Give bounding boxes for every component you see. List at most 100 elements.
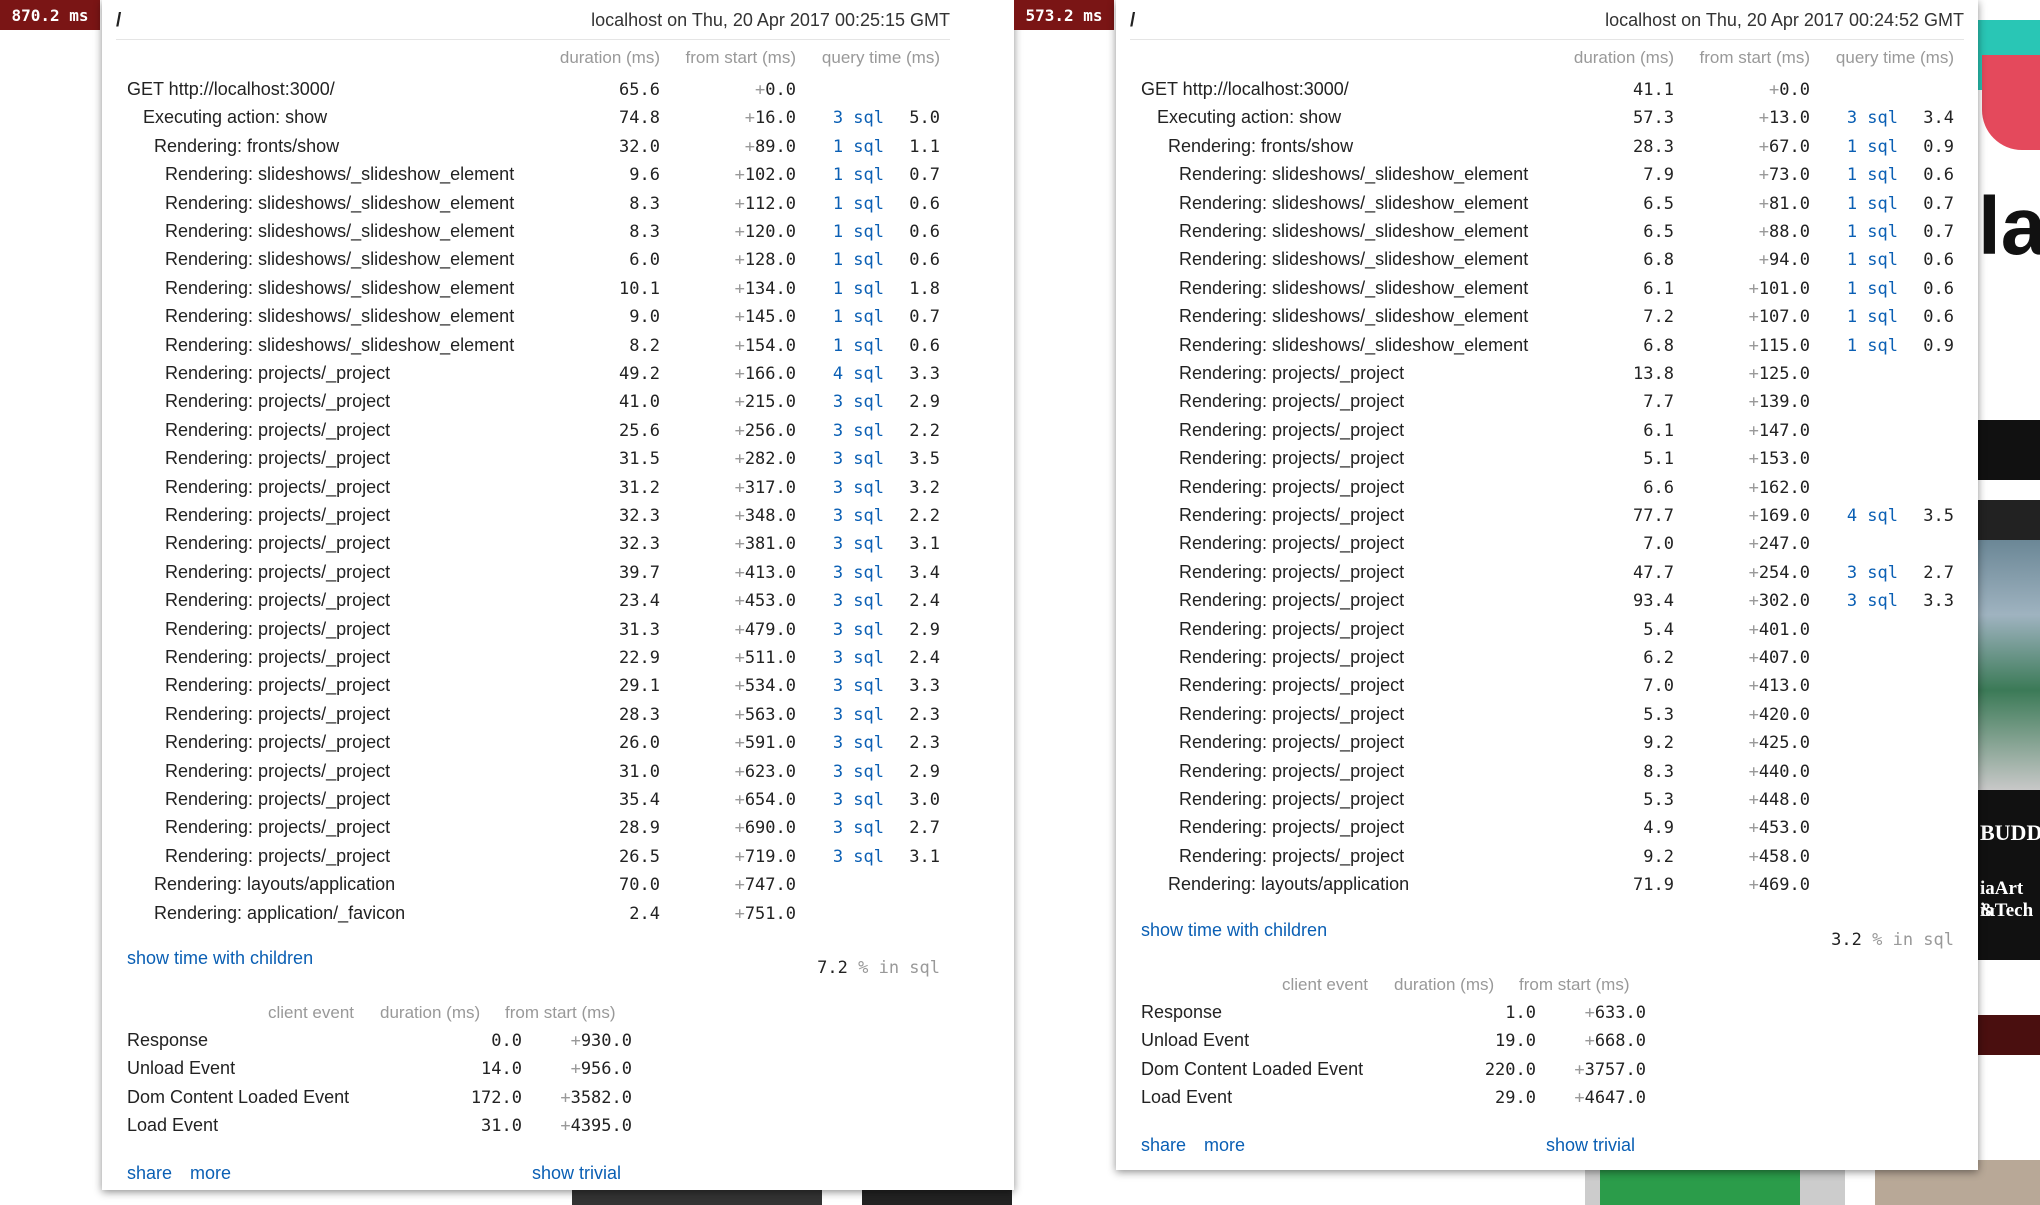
timing-from-start: +690.0 bbox=[735, 818, 796, 838]
sql-queries-link[interactable]: 3 sql bbox=[833, 847, 884, 867]
timing-from-start: +440.0 bbox=[1749, 762, 1810, 782]
timing-duration: 41.0 bbox=[619, 392, 660, 413]
show-time-with-children-link[interactable]: show time with children bbox=[1141, 920, 1327, 941]
plus-sign: + bbox=[1758, 250, 1770, 271]
sql-queries-link[interactable]: 3 sql bbox=[833, 563, 884, 583]
timing-name: Rendering: projects/_project bbox=[1179, 419, 1405, 440]
plus-sign: + bbox=[734, 733, 745, 754]
more-link[interactable]: more bbox=[190, 1163, 231, 1184]
sql-queries-link[interactable]: 1 sql bbox=[833, 279, 884, 299]
timing-duration: 6.1 bbox=[1643, 420, 1674, 441]
profiler-timing-badge-right[interactable]: 573.2 ms bbox=[1014, 0, 1114, 30]
timing-row: Executing action: show 57.3 +13.0 3 sql 3.4 bbox=[1116, 107, 1978, 135]
timing-from-start: +89.0 bbox=[745, 137, 796, 157]
timing-duration: 9.6 bbox=[629, 165, 660, 186]
plus-sign: + bbox=[734, 364, 745, 384]
sql-queries-link[interactable]: 1 sql bbox=[833, 165, 884, 185]
timing-from-start-value: 563.0 bbox=[744, 704, 796, 725]
sql-queries-link[interactable]: 3 sql bbox=[833, 676, 884, 696]
timing-row: Rendering: projects/_project 5.1 +153.0 bbox=[1116, 448, 1978, 476]
timing-from-start-value: 534.0 bbox=[744, 676, 796, 697]
sql-queries-link[interactable]: 3 sql bbox=[1847, 563, 1898, 583]
timing-name: Rendering: projects/_project bbox=[165, 476, 391, 497]
sql-queries-link[interactable]: 3 sql bbox=[833, 534, 884, 554]
sql-queries-link[interactable]: 3 sql bbox=[833, 449, 884, 469]
timing-from-start-value: 591.0 bbox=[744, 733, 796, 754]
client-event-name: Response bbox=[127, 1030, 209, 1050]
timing-row: Rendering: projects/_project 35.4 +654.0 3 … bbox=[102, 789, 1014, 817]
sql-queries-link[interactable]: 3 sql bbox=[833, 790, 884, 810]
sql-queries-link[interactable]: 4 sql bbox=[1847, 506, 1898, 526]
timing-name: Rendering: projects/_project bbox=[165, 618, 391, 639]
share-link[interactable]: share bbox=[127, 1163, 172, 1184]
plus-sign: + bbox=[570, 1031, 581, 1051]
sql-queries-link[interactable]: 1 sql bbox=[1847, 336, 1898, 356]
plus-sign: + bbox=[1758, 136, 1770, 157]
plus-sign: + bbox=[570, 1059, 581, 1080]
profiler-timing-badge-left[interactable]: 870.2 ms bbox=[0, 0, 100, 30]
timing-from-start-value: 751.0 bbox=[744, 903, 796, 924]
timing-duration: 8.3 bbox=[629, 222, 660, 242]
plus-sign: + bbox=[734, 591, 745, 612]
sql-queries-link[interactable]: 3 sql bbox=[833, 478, 884, 498]
timing-from-start: +154.0 bbox=[735, 336, 796, 356]
timing-row: Rendering: slideshows/_slideshow_element… bbox=[1116, 193, 1978, 221]
plus-sign: + bbox=[734, 761, 745, 782]
share-link[interactable]: share bbox=[1141, 1135, 1186, 1156]
timing-name: Rendering: slideshows/_slideshow_element bbox=[165, 249, 515, 270]
plus-sign: + bbox=[734, 676, 745, 697]
sql-queries-link[interactable]: 1 sql bbox=[833, 307, 884, 327]
sql-queries-link[interactable]: 1 sql bbox=[833, 137, 884, 157]
plus-sign: + bbox=[734, 790, 745, 810]
timing-row: Rendering: projects/_project 39.7 +413.0 3 … bbox=[102, 562, 1014, 590]
show-time-with-children-link[interactable]: show time with children bbox=[127, 948, 313, 969]
sql-queries-link[interactable]: 3 sql bbox=[1847, 108, 1898, 128]
profiler-popup-left: / localhost on Thu, 20 Apr 2017 00:25:15… bbox=[102, 0, 1014, 1190]
timing-duration: 2.4 bbox=[629, 903, 660, 924]
show-trivial-link[interactable]: show trivial bbox=[1546, 1135, 1635, 1156]
sql-queries-link[interactable]: 3 sql bbox=[833, 705, 884, 725]
sql-queries-link[interactable]: 4 sql bbox=[833, 364, 884, 384]
sql-queries-link[interactable]: 3 sql bbox=[833, 108, 884, 128]
sql-queries-link[interactable]: 1 sql bbox=[1847, 307, 1898, 327]
sql-queries-link[interactable]: 3 sql bbox=[833, 648, 884, 668]
more-link[interactable]: more bbox=[1204, 1135, 1245, 1156]
sql-queries-link[interactable]: 1 sql bbox=[833, 336, 884, 356]
query-time: 3.1 bbox=[909, 534, 940, 555]
timing-from-start: +282.0 bbox=[735, 449, 796, 469]
timing-duration: 31.5 bbox=[619, 449, 660, 470]
client-event-from-start: +930.0 bbox=[532, 1031, 632, 1051]
sql-queries-link[interactable]: 1 sql bbox=[1847, 194, 1898, 214]
sql-queries-link[interactable]: 3 sql bbox=[833, 762, 884, 782]
show-trivial-link[interactable]: show trivial bbox=[532, 1163, 621, 1184]
sql-queries-link[interactable]: 3 sql bbox=[833, 421, 884, 441]
plus-sign: + bbox=[734, 335, 745, 356]
client-event-duration: 0.0 bbox=[491, 1031, 522, 1051]
sql-percentage-label: % in sql bbox=[1872, 930, 1954, 950]
sql-queries-link[interactable]: 1 sql bbox=[1847, 165, 1898, 185]
timing-from-start-value: 479.0 bbox=[744, 619, 796, 640]
sql-queries-link[interactable]: 1 sql bbox=[833, 194, 884, 214]
sql-queries-link[interactable]: 1 sql bbox=[1847, 222, 1898, 242]
timing-from-start: +13.0 bbox=[1759, 108, 1810, 128]
sql-percentage: 7.2 % in sql bbox=[817, 958, 940, 978]
plus-sign: + bbox=[734, 704, 745, 725]
timing-from-start-value: 469.0 bbox=[1758, 875, 1810, 896]
timing-from-start: +162.0 bbox=[1749, 478, 1810, 498]
sql-queries-link[interactable]: 3 sql bbox=[833, 818, 884, 838]
sql-queries-link[interactable]: 1 sql bbox=[833, 222, 884, 242]
sql-queries-link[interactable]: 1 sql bbox=[1847, 137, 1898, 157]
sql-queries-link[interactable]: 3 sql bbox=[1847, 591, 1898, 611]
sql-queries-link[interactable]: 3 sql bbox=[833, 620, 884, 640]
sql-queries-link[interactable]: 3 sql bbox=[833, 506, 884, 526]
sql-queries-link[interactable]: 3 sql bbox=[833, 733, 884, 753]
sql-queries-link[interactable]: 1 sql bbox=[1847, 279, 1898, 299]
timing-from-start: +215.0 bbox=[735, 392, 796, 412]
sql-queries-link[interactable]: 3 sql bbox=[833, 392, 884, 412]
plus-sign: + bbox=[734, 562, 745, 583]
sql-queries-link[interactable]: 1 sql bbox=[833, 250, 884, 270]
timing-name: Rendering: slideshows/_slideshow_element bbox=[1179, 164, 1529, 185]
timing-row: Rendering: slideshows/_slideshow_element… bbox=[102, 221, 1014, 249]
sql-queries-link[interactable]: 3 sql bbox=[833, 591, 884, 611]
sql-queries-link[interactable]: 1 sql bbox=[1847, 250, 1898, 270]
